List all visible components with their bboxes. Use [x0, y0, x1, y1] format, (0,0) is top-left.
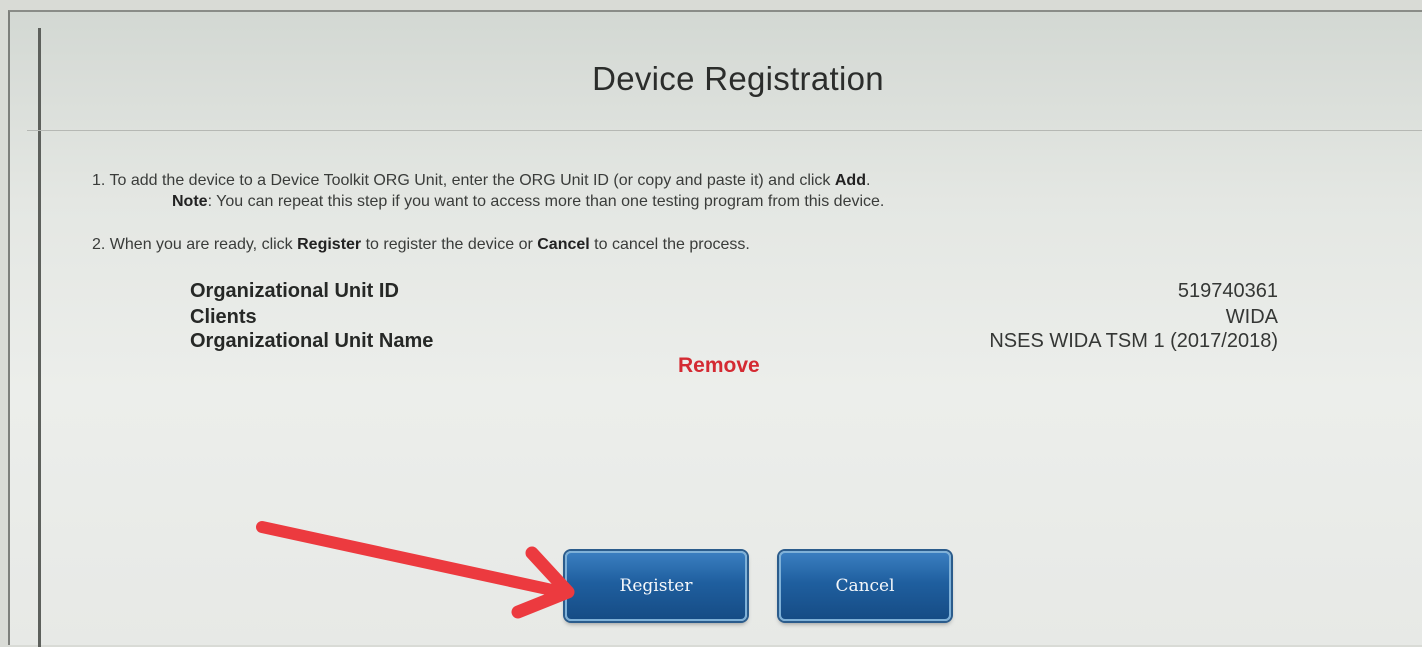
instruction-step-2: 2. When you are ready, click Register to… — [92, 236, 750, 254]
instruction-step-1: 1. To add the device to a Device Toolkit… — [92, 172, 870, 190]
remove-link[interactable]: Remove — [678, 354, 760, 378]
step2-register-emphasis: Register — [297, 236, 362, 253]
org-unit-id-label: Organizational Unit ID — [190, 280, 399, 302]
title-divider — [27, 130, 1422, 131]
page-title: Device Registration — [592, 60, 884, 97]
step2-cancel-emphasis: Cancel — [537, 236, 590, 253]
note-label: Note — [172, 193, 208, 210]
org-unit-id-value: 519740361 — [1177, 280, 1278, 302]
clients-label: Clients — [190, 306, 257, 328]
step2-suffix: to cancel the process. — [589, 236, 750, 253]
step2-middle: to register the device or — [361, 236, 538, 253]
clients-value: WIDA — [1225, 306, 1278, 328]
step1-suffix: . — [865, 172, 871, 189]
step1-text: 1. To add the device to a Device Toolkit… — [92, 172, 835, 189]
step2-text: 2. When you are ready, click — [92, 236, 298, 253]
screen-bezel-edge — [38, 28, 41, 647]
note-text: : You can repeat this step if you want t… — [207, 193, 885, 210]
instruction-note: Note: You can repeat this step if you wa… — [172, 193, 884, 211]
register-button[interactable]: Register — [565, 551, 747, 621]
step1-add-emphasis: Add — [834, 172, 866, 189]
org-unit-name-value: NSES WIDA TSM 1 (2017/2018) — [989, 330, 1278, 352]
org-unit-name-label: Organizational Unit Name — [190, 330, 434, 352]
cancel-button[interactable]: Cancel — [779, 551, 951, 621]
